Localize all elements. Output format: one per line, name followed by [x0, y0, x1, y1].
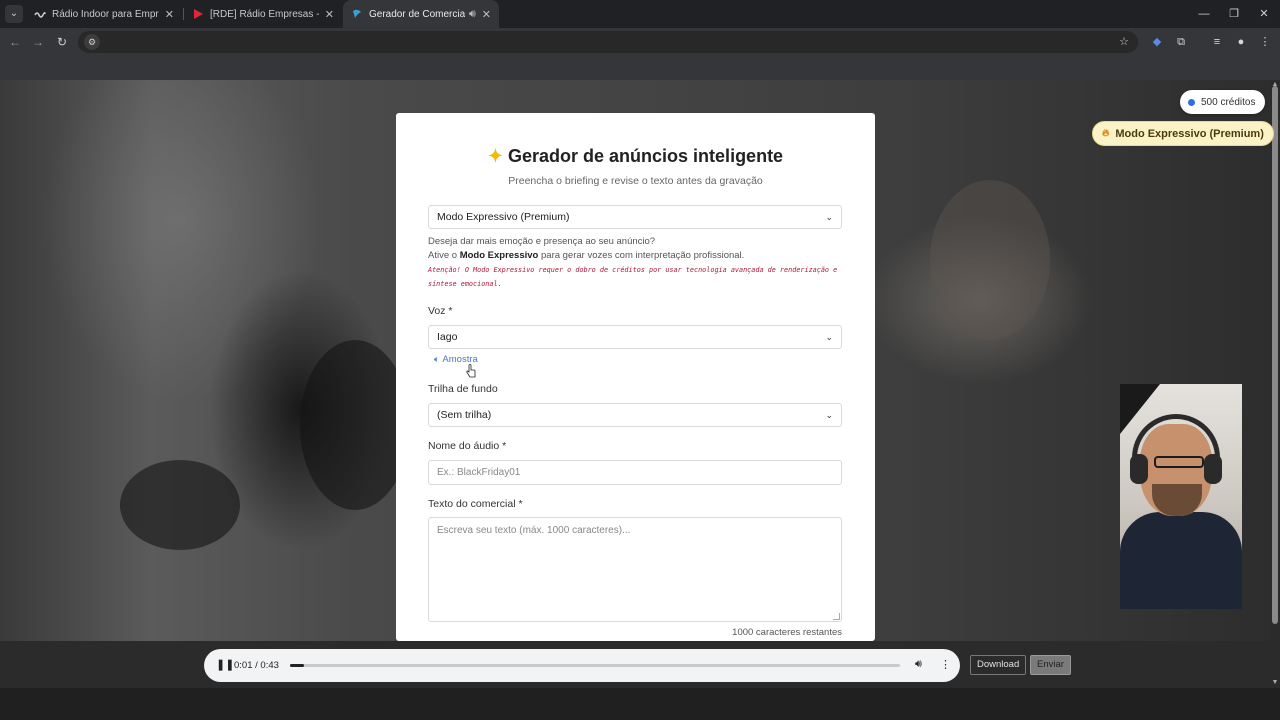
audio-name-input[interactable]: Ex.: BlackFriday01: [428, 460, 842, 485]
speaker-icon[interactable]: 🔊︎: [469, 8, 476, 21]
scroll-thumb[interactable]: [1272, 86, 1278, 624]
extensions-puzzle-icon[interactable]: ⧉: [1173, 34, 1189, 50]
audio-name-label: Nome do áudio *: [428, 440, 507, 452]
track-select[interactable]: (Sem trilha) ⌄: [428, 403, 842, 427]
scroll-down-icon[interactable]: ▼: [1270, 678, 1280, 688]
bookmark-star-icon[interactable]: ☆: [1116, 34, 1132, 50]
credits-warning: Atenção! O Modo Expressivo requer o dobr…: [428, 266, 838, 288]
webcam-presenter-shirt: [1120, 512, 1242, 609]
credits-label: 500 créditos: [1201, 96, 1256, 108]
pause-icon[interactable]: ❚❚: [216, 658, 234, 671]
address-bar[interactable]: ⚙ ☆: [78, 31, 1138, 53]
audio-time: 0:01 / 0:43: [234, 660, 279, 671]
page-subtitle: Preencha o briefing e revise o texto ant…: [508, 175, 763, 187]
mode-select[interactable]: Modo Expressivo (Premium) ⌄: [428, 205, 842, 229]
sparkles-icon: ✦: [487, 146, 504, 166]
send-button[interactable]: Enviar: [1030, 655, 1071, 675]
track-select-value: (Sem trilha): [437, 409, 492, 421]
voice-select[interactable]: Iago ⌄: [428, 325, 842, 349]
character-counter: 1000 caracteres restantes: [732, 627, 842, 638]
close-window-icon[interactable]: ✕: [1248, 0, 1280, 28]
browser-toolbar: ← → ↻ ⚙ ☆ ◆ ⧉ ≡ ● ⋮: [0, 28, 1280, 56]
chevron-down-icon: ⌄: [825, 410, 833, 420]
mode-help-prefix: Ative o: [428, 250, 460, 261]
bottom-strip: [0, 688, 1280, 720]
tab-strip: ⌄ Rádio Indoor para Empresas | R ✕ [RDE]…: [0, 0, 1280, 28]
restore-icon[interactable]: ❐: [1218, 0, 1250, 28]
page-scrollbar[interactable]: ▲ ▼: [1270, 80, 1280, 688]
back-icon[interactable]: ←: [6, 33, 24, 51]
mode-help-line2: Ative o Modo Expressivo para gerar vozes…: [428, 250, 744, 261]
headphone-left-cup: [1130, 454, 1148, 484]
background-mic-stand: [120, 460, 240, 550]
close-tab-icon[interactable]: ✕: [325, 8, 334, 21]
credits-dot-icon: [1188, 98, 1195, 106]
chevron-down-icon: ⌄: [825, 332, 833, 342]
audio-player: ❚❚ 0:01 / 0:43 🔊︎ ⋮: [204, 649, 960, 682]
credits-badge: 500 créditos: [1180, 90, 1266, 114]
webcam-overlay: [1120, 384, 1242, 609]
voice-select-value: Iago: [437, 331, 458, 343]
minimize-icon[interactable]: —: [1188, 0, 1220, 28]
speaker-icon: 🔈︎: [434, 354, 440, 364]
bookmark-bar: [0, 56, 1280, 80]
premium-mode-badge[interactable]: 🔥︎ Modo Expressivo (Premium): [1092, 121, 1274, 146]
download-button[interactable]: Download: [970, 655, 1027, 675]
voice-label: Voz *: [428, 305, 453, 317]
forward-icon[interactable]: →: [29, 33, 47, 51]
mode-select-value: Modo Expressivo (Premium): [437, 211, 570, 223]
youtube-icon: [192, 8, 204, 20]
extension-shield-icon[interactable]: ◆: [1149, 34, 1165, 50]
audio-progress-track[interactable]: [290, 664, 900, 667]
player-more-icon[interactable]: ⋮: [940, 658, 951, 671]
site-logo-icon: [351, 8, 363, 20]
reload-icon[interactable]: ↻: [53, 33, 71, 51]
close-tab-icon[interactable]: ✕: [165, 8, 174, 21]
audio-progress-fill: [290, 664, 305, 667]
close-tab-icon[interactable]: ✕: [482, 8, 491, 21]
volume-icon[interactable]: 🔊︎: [915, 658, 922, 671]
premium-mode-label: Modo Expressivo (Premium): [1115, 127, 1264, 140]
mode-help-suffix: para gerar vozes com interpretação profi…: [538, 250, 745, 261]
tab-title: [RDE] Rádio Empresas - Player: [210, 8, 319, 20]
chevron-down-icon: ⌄: [825, 212, 833, 222]
background-person-blur: [930, 180, 1050, 340]
tab-title: Rádio Indoor para Empresas | R: [52, 8, 159, 20]
mode-help-line1: Deseja dar mais emoção e presença ao seu…: [428, 236, 656, 247]
ad-text-placeholder: Escreva seu texto (máx. 1000 caracteres)…: [437, 525, 631, 536]
track-label: Trilha de fundo: [428, 383, 498, 395]
ad-text-textarea[interactable]: Escreva seu texto (máx. 1000 caracteres)…: [428, 517, 842, 622]
hand-cursor-icon: [466, 364, 476, 378]
tab-search-icon[interactable]: ⌄: [5, 5, 23, 23]
background-microphone: [300, 340, 410, 510]
tab-radio-indoor[interactable]: Rádio Indoor para Empresas | R ✕: [26, 0, 182, 28]
tab-rde-player[interactable]: [RDE] Rádio Empresas - Player ✕: [184, 0, 342, 28]
headphone-right-cup: [1204, 454, 1222, 484]
ad-text-label: Texto do comercial *: [428, 498, 523, 510]
media-queue-icon[interactable]: ≡: [1209, 34, 1225, 50]
page-title-text: Gerador de anúncios inteligente: [508, 146, 784, 166]
tab-title: Gerador de Comerciais de: [369, 8, 465, 20]
flame-icon: 🔥︎: [1102, 128, 1110, 139]
tab-gerador-comerciais[interactable]: Gerador de Comerciais de 🔊︎ ✕: [343, 0, 499, 28]
profile-avatar-icon[interactable]: ●: [1233, 34, 1249, 50]
page-title: ✦ Gerador de anúncios inteligente: [396, 146, 875, 167]
radio-wave-icon: [34, 8, 46, 20]
site-settings-icon[interactable]: ⚙: [84, 34, 100, 50]
more-menu-icon[interactable]: ⋮: [1257, 34, 1273, 50]
mode-help-bold: Modo Expressivo: [459, 250, 539, 261]
resize-handle-icon[interactable]: [833, 613, 840, 620]
